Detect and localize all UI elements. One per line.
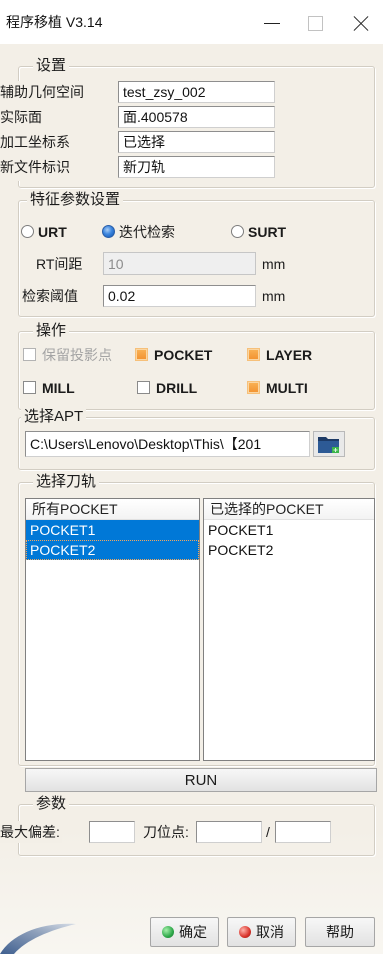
selected-pockets-header[interactable]: 已选择的POCKET — [204, 499, 374, 520]
new-file-id-input[interactable] — [118, 156, 275, 178]
checkbox-icon — [135, 348, 148, 361]
radio-button-icon — [102, 225, 115, 238]
radio-button-icon — [21, 225, 34, 238]
help-button[interactable]: 帮助 — [305, 917, 375, 947]
operations-legend: 操作 — [33, 322, 70, 340]
checkbox-icon — [247, 348, 260, 361]
red-dot-icon — [239, 926, 251, 938]
actual-surface-input[interactable] — [118, 106, 275, 128]
radio-surt-label: SURT — [248, 224, 287, 240]
mill-label: MILL — [42, 380, 75, 396]
selected-pockets-list[interactable]: 已选择的POCKET POCKET1 POCKET2 — [203, 498, 375, 761]
max-deviation-input[interactable] — [89, 821, 135, 843]
apt-path-input[interactable] — [25, 431, 310, 457]
run-button[interactable]: RUN — [25, 768, 377, 792]
radio-urt-label: URT — [38, 224, 67, 240]
keep-projection-label: 保留投影点 — [42, 347, 112, 363]
pocket-label: POCKET — [154, 347, 213, 363]
apt-browse-button[interactable] — [313, 431, 345, 457]
available-pockets-list[interactable]: 所有POCKET POCKET1 POCKET2 — [25, 498, 200, 761]
tool-points-separator: / — [266, 824, 270, 840]
drill-label: DRILL — [156, 380, 198, 396]
apt-legend: 选择APT — [21, 408, 87, 426]
tool-points-total-input[interactable] — [275, 821, 331, 843]
machining-axis-label: 加工坐标系 — [0, 131, 72, 156]
toolpath-legend: 选择刀轨 — [33, 473, 100, 491]
ok-button[interactable]: 确定 — [150, 917, 219, 947]
rt-spacing-unit: mm — [262, 256, 286, 272]
cancel-button[interactable]: 取消 — [227, 917, 296, 947]
cancel-button-label: 取消 — [256, 924, 284, 940]
list-item[interactable]: POCKET2 — [26, 540, 199, 560]
radio-button-icon — [231, 225, 244, 238]
feature-params-legend: 特征参数设置 — [27, 191, 124, 209]
list-item[interactable]: POCKET1 — [26, 520, 199, 540]
window-title: 程序移植 V3.14 — [6, 14, 103, 30]
title-bar: 程序移植 V3.14 — [0, 0, 383, 44]
ok-button-label: 确定 — [179, 924, 207, 940]
checkbox-icon — [137, 381, 150, 394]
search-threshold-unit: mm — [262, 288, 286, 304]
search-threshold-input[interactable] — [103, 285, 256, 307]
checkbox-icon — [23, 348, 36, 361]
checkbox-icon — [247, 381, 260, 394]
layer-label: LAYER — [266, 347, 313, 363]
help-button-label: 帮助 — [326, 924, 354, 940]
operations-group: 操作 — [18, 322, 375, 410]
radio-iterative-search-label: 迭代检索 — [119, 224, 175, 240]
app-logo-swoosh-icon — [0, 923, 76, 954]
rt-spacing-label: RT间距 — [36, 256, 83, 272]
folder-open-icon — [318, 437, 339, 453]
minimize-icon[interactable] — [248, 0, 294, 44]
max-deviation-label: 最大偏差: — [0, 821, 62, 843]
machining-axis-input[interactable] — [118, 131, 275, 153]
checkbox-icon — [23, 381, 36, 394]
green-dot-icon — [162, 926, 174, 938]
close-icon[interactable] — [337, 0, 383, 44]
new-file-id-label: 新文件标识 — [0, 156, 72, 181]
settings-legend: 设置 — [33, 57, 70, 75]
rt-spacing-input — [103, 252, 256, 275]
actual-surface-label: 实际面 — [0, 106, 44, 131]
multi-label: MULTI — [266, 380, 308, 396]
aux-geometry-input[interactable] — [118, 81, 275, 103]
params-legend: 参数 — [33, 795, 70, 813]
list-item[interactable]: POCKET2 — [204, 540, 374, 560]
tool-points-label: 刀位点: — [143, 824, 189, 840]
tool-points-input[interactable] — [196, 821, 262, 843]
available-pockets-header[interactable]: 所有POCKET — [26, 499, 199, 520]
maximize-icon — [292, 0, 338, 44]
list-item[interactable]: POCKET1 — [204, 520, 374, 540]
aux-geometry-label: 辅助几何空间 — [0, 81, 86, 106]
search-threshold-label: 检索阈值 — [22, 288, 78, 304]
